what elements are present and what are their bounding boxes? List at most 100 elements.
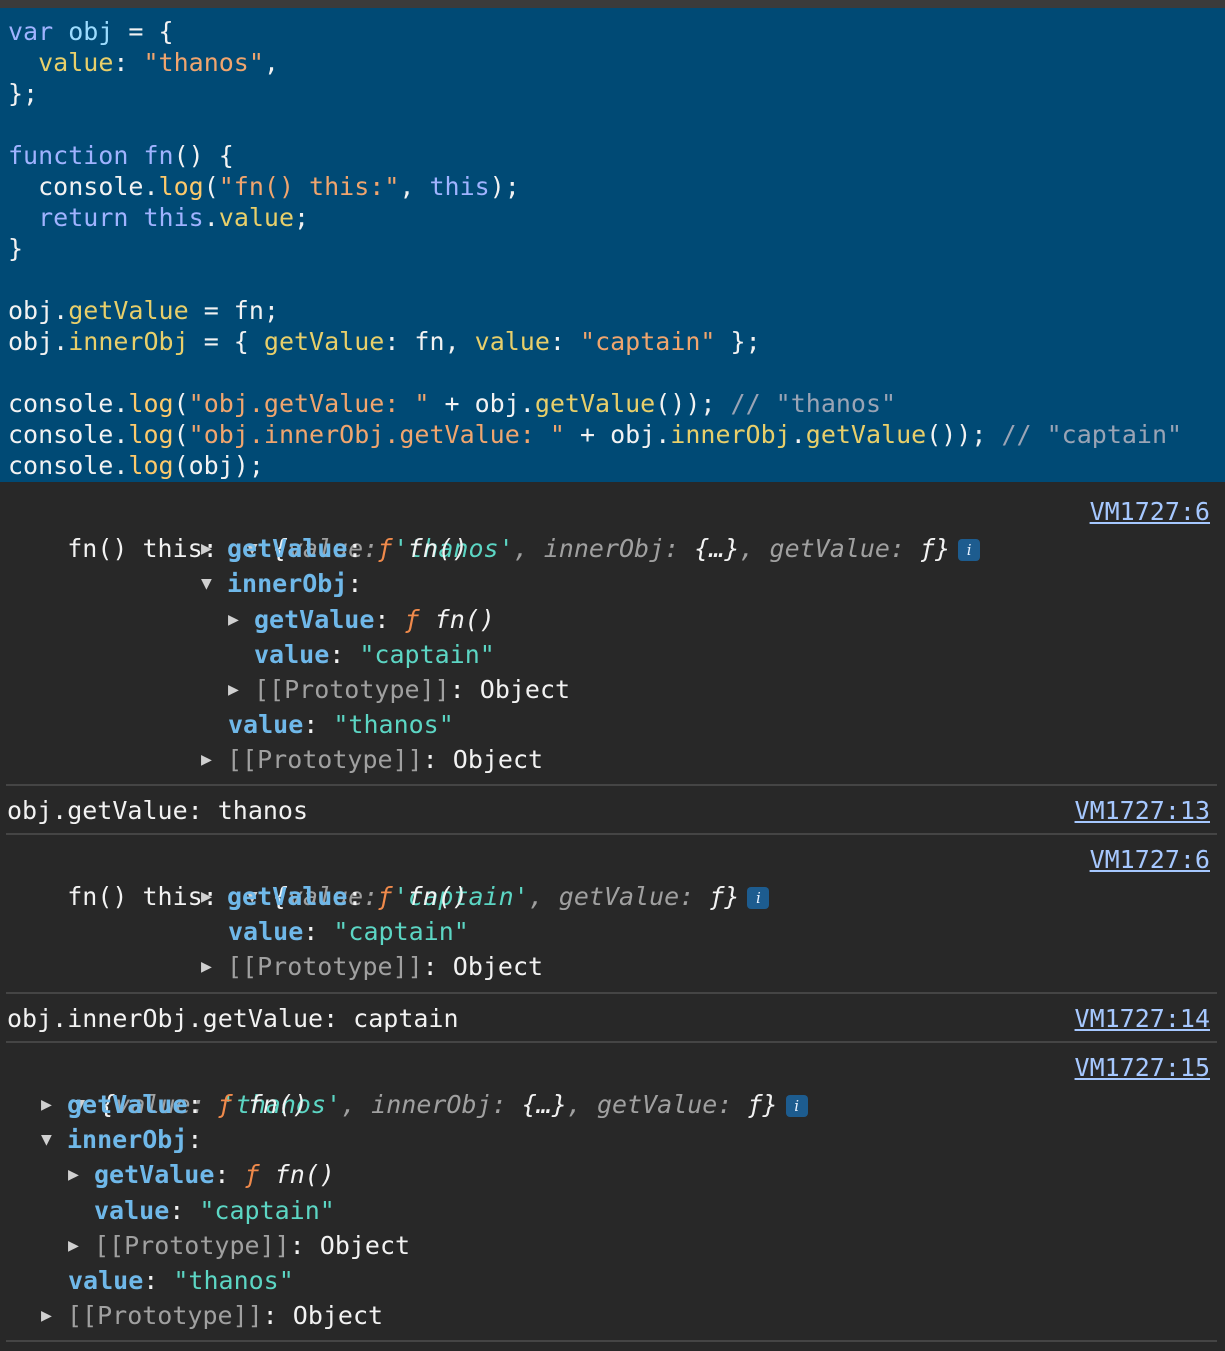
code-line-7: return this.value; [8,202,309,233]
property-key: getValue [227,882,348,911]
collapsed-arrow-icon[interactable]: ▶ [201,742,227,777]
tree-row[interactable]: ▶ [[Prototype]]: Object [201,742,543,777]
code-line-11: obj.innerObj = { getValue: fn, value: "c… [8,326,761,357]
summary-key: , innerObj: [341,1090,522,1119]
keyword: var [8,17,54,46]
function-name: fn() [434,605,495,634]
summary-value: {…} [521,1090,567,1119]
summary-key: , getValue: [566,1090,748,1119]
console-output: fn() this: ▼ {value: 'thanos', innerObj: … [0,482,1225,1351]
collapsed-arrow-icon[interactable]: ▶ [41,1087,67,1122]
tree-row[interactable]: ▶ [[Prototype]]: Object [228,672,570,707]
summary-value: {…} [694,534,740,563]
keyword: this [143,203,204,232]
property: getValue [534,389,656,418]
collapsed-arrow-icon[interactable]: ▶ [228,602,254,637]
source-link[interactable]: VM1727:14 [1075,1001,1210,1036]
comment: // "captain" [1001,420,1183,449]
source-link[interactable]: VM1727:15 [1075,1050,1210,1085]
tree-row[interactable]: ▶ getValue: ƒ fn() [201,531,468,566]
prototype-key: [[Prototype]] [94,1231,290,1260]
console-message[interactable]: fn() this: ▼ {value: 'captain', getValue:… [7,844,770,911]
property: getValue [68,296,189,325]
code-text: ( [203,172,219,201]
collapsed-arrow-icon[interactable]: ▶ [228,672,254,707]
property-key: innerObj [67,1125,188,1154]
tree-row: value: "captain" [228,917,469,946]
method: log [128,389,174,418]
function-icon: ƒ [244,1160,260,1189]
summary-key: , innerObj: [513,534,695,563]
info-icon[interactable]: i [958,539,981,561]
source-link[interactable]: VM1727:6 [1090,494,1210,529]
summary-brace: } [762,1090,778,1119]
divider [6,1041,1217,1043]
code-line-8: } [8,233,23,264]
prototype-key: [[Prototype]] [227,952,423,981]
divider [6,833,1217,835]
code-text: ()); [655,389,731,418]
code-text: = { [188,327,264,356]
summary-value: ƒ [747,1090,763,1119]
property: value [218,203,295,232]
expand-arrow-icon[interactable]: ▼ [201,566,227,601]
divider [6,992,1217,994]
code-line-13: console.log("obj.getValue: " + obj.getVa… [8,388,896,419]
code-text: (obj); [173,451,264,480]
code-text: . [790,420,806,449]
string: "obj.getValue: " [188,389,430,418]
prototype-key: [[Prototype]] [227,745,423,774]
property: innerObj [670,420,791,449]
code-block[interactable]: var obj = { value: "thanos", }; function… [0,8,1225,482]
code-text: : [549,327,581,356]
collapsed-arrow-icon[interactable]: ▶ [201,879,227,914]
code-text: console. [38,172,159,201]
tree-row[interactable]: ▼ innerObj: [201,566,362,601]
tree-row[interactable]: ▼ innerObj: [41,1122,202,1157]
collapsed-arrow-icon[interactable]: ▶ [68,1157,94,1192]
console-message[interactable]: ▼ {value: 'thanos', innerObj: {…}, getVal… [14,1052,808,1119]
tree-row: value: "thanos" [68,1266,294,1295]
prototype-value: Object [292,1301,384,1330]
code-text: }; [715,327,761,356]
console-message: obj.innerObj.getValue: captain [7,1004,459,1033]
code-text: ( [173,420,189,449]
tree-row: value: "captain" [254,640,495,669]
collapsed-arrow-icon[interactable]: ▶ [41,1298,67,1333]
collapsed-arrow-icon[interactable]: ▶ [201,531,227,566]
collapsed-arrow-icon[interactable]: ▶ [201,949,227,984]
info-icon[interactable]: i [785,1095,808,1117]
function-icon: ƒ [404,605,420,634]
console-message[interactable]: fn() this: ▼ {value: 'thanos', innerObj: … [7,496,981,563]
keyword: function [8,141,129,170]
property: value [38,48,114,77]
source-link[interactable]: VM1727:13 [1075,793,1210,828]
code-text: . [203,203,219,232]
source-link[interactable]: VM1727:6 [1090,842,1210,877]
code-text: console. [8,451,129,480]
comment: // "thanos" [730,389,897,418]
console-message: obj.getValue: thanos [7,796,309,825]
code-text: console. [8,420,129,449]
tree-row[interactable]: ▶ [[Prototype]]: Object [41,1298,383,1333]
tree-row[interactable]: ▶ getValue: ƒ fn() [201,879,468,914]
expand-arrow-icon[interactable]: ▼ [41,1122,67,1157]
summary-key: , getValue: [739,534,921,563]
tree-row[interactable]: ▶ getValue: ƒ fn() [68,1157,335,1192]
tree-row[interactable]: ▶ [[Prototype]]: Object [68,1228,410,1263]
string-value: "captain" [199,1196,335,1225]
code-text: } [8,234,24,263]
tree-row[interactable]: ▶ getValue: ƒ fn() [41,1087,308,1122]
string: "obj.innerObj.getValue: " [188,420,565,449]
summary-key: , getValue: [528,882,710,911]
tree-row[interactable]: ▶ [[Prototype]]: Object [201,949,543,984]
tree-row[interactable]: ▶ getValue: ƒ fn() [228,602,495,637]
method: log [128,420,174,449]
code-text: = { [113,17,174,46]
info-icon[interactable]: i [747,887,770,909]
code-line-1: var obj = { [8,16,174,47]
collapsed-arrow-icon[interactable]: ▶ [68,1228,94,1263]
code-line-10: obj.getValue = fn; [8,295,279,326]
code-line-15: console.log(obj); [8,450,264,481]
tree-row: value: "thanos" [228,710,454,739]
